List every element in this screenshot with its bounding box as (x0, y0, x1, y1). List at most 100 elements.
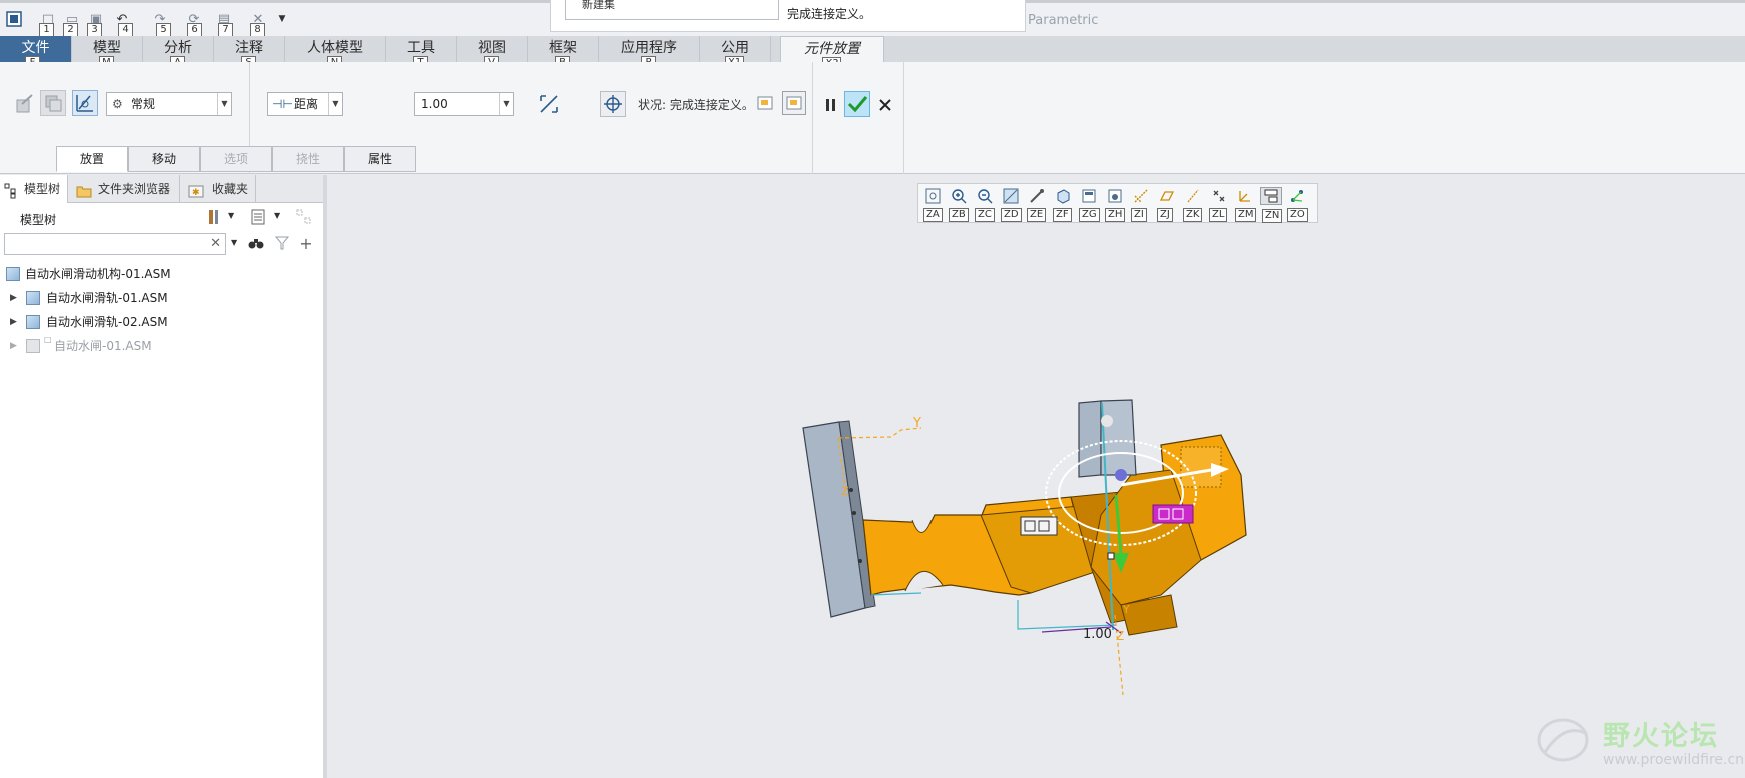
tab-model-tree[interactable]: 模型树 (0, 175, 68, 203)
chevron-down-icon: ▼ (217, 93, 231, 115)
zoom-out-icon[interactable]: ZC (974, 187, 996, 222)
datum-points-icon[interactable]: ZL (1208, 187, 1230, 222)
display-style-icon[interactable]: ZF (1052, 187, 1074, 222)
constraint-set-select[interactable]: ⚙ 常规 ▼ (106, 92, 232, 116)
settings-tools-icon[interactable] (204, 207, 224, 227)
datum-planes-icon[interactable]: ZJ (1156, 187, 1178, 222)
keytip-ZJ: ZJ (1157, 208, 1173, 222)
saved-views-icon[interactable]: ZG (1078, 187, 1100, 222)
coordinate-systems-icon[interactable]: ZM (1234, 187, 1257, 222)
refit-icon[interactable]: ZA (922, 187, 944, 222)
expand-arrow-icon[interactable]: ▶ (10, 335, 17, 357)
keytip-5: 5 (156, 23, 171, 37)
separate-window-icon[interactable] (754, 92, 776, 114)
tree-row-label: 自动水闸-01.ASM (54, 339, 152, 353)
tree-row-label: 自动水闸滑轨-02.ASM (46, 315, 168, 329)
repaint-icon[interactable]: ZD (1000, 187, 1022, 222)
subtab-properties[interactable]: 属性 (344, 146, 416, 172)
graphics-viewport[interactable]: Y Z Y Z 1.00 (331, 175, 1745, 778)
top-popup: 新建集 完成连接定义。 (550, 0, 1026, 32)
show-options-icon[interactable] (248, 207, 268, 227)
interface-icon[interactable] (40, 90, 66, 116)
tab-common[interactable]: 公用 X1 (700, 36, 771, 70)
add-icon[interactable]: + (296, 233, 316, 253)
tab-component-placement[interactable]: 元件放置 X2 (780, 36, 884, 71)
subtab-placement[interactable]: 放置 (56, 146, 128, 172)
tab-applications[interactable]: 应用程序 P (599, 36, 700, 70)
tab-folder-browser-label: 文件夹浏览器 (98, 182, 171, 196)
axis-label-z-bottom: Z (1116, 629, 1124, 643)
subtab-options[interactable]: 选项 (200, 146, 272, 172)
offset-value: 1.00 (421, 97, 448, 111)
keytip-ZF: ZF (1053, 208, 1072, 222)
expand-arrow-icon[interactable]: ▶ (10, 287, 17, 309)
status-label: 状况: 完成连接定义。 (638, 98, 754, 112)
find-binoculars-icon[interactable] (246, 233, 266, 253)
confirm-checkmark-icon[interactable] (844, 91, 870, 117)
chevron-down-icon[interactable]: ▼ (274, 211, 280, 220)
subtab-move[interactable]: 移动 (128, 146, 200, 172)
user-defined-icon[interactable] (12, 90, 38, 116)
tree-row-label: 自动水闸滑动机构-01.ASM (25, 267, 171, 281)
chevron-down-icon[interactable]: ▼ (228, 211, 234, 220)
tab-framework[interactable]: 框架 B (528, 36, 599, 70)
flip-constraint-icon[interactable] (536, 91, 562, 117)
perspective-icon[interactable]: ZI (1130, 187, 1152, 222)
keytip-1: 1 (39, 23, 54, 37)
chevron-down-icon[interactable]: ▼ (231, 238, 237, 247)
view-manager-icon[interactable]: ZH (1104, 187, 1126, 222)
placement-handle-icon[interactable] (600, 91, 626, 117)
tree-filter-icon[interactable] (294, 207, 314, 227)
dimension-label[interactable]: 1.00 (1083, 627, 1112, 642)
constraint-display-icon[interactable] (72, 90, 98, 116)
view-toolbar: ZA ZB ZC ZD ZE ZF ZG ZH ZI ZJ ZK ZL ZM Z… (917, 183, 1318, 223)
folder-icon (76, 181, 92, 198)
keytip-ZB: ZB (949, 208, 969, 222)
tab-tools[interactable]: 工具 T (386, 36, 457, 70)
zoom-in-icon[interactable]: ZB (948, 187, 970, 222)
constraint-type-select[interactable]: ⊣⊢ 距离 ▼ (267, 92, 343, 116)
filter-funnel-icon[interactable] (272, 233, 292, 253)
tab-model[interactable]: 模型 M (72, 36, 143, 70)
panel-tabs: 模型树 文件夹浏览器 ✱ 收藏夹 (0, 175, 323, 203)
spin-center-icon[interactable]: ZE (1026, 187, 1048, 222)
keytip-6: 6 (187, 23, 202, 37)
cancel-close-icon[interactable] (872, 92, 898, 118)
customize-dropdown-icon[interactable]: ▼ (272, 11, 292, 27)
watermark-logo (1535, 712, 1599, 775)
tab-favorites[interactable]: ✱ 收藏夹 (180, 175, 256, 203)
datum-axes-icon[interactable]: ZK (1182, 187, 1204, 222)
subtab-flexibility[interactable]: 挠性 (272, 146, 344, 172)
tab-component-placement-label: 元件放置 (804, 41, 860, 57)
keytip-ZA: ZA (923, 208, 943, 222)
clear-search-icon[interactable]: ✕ (210, 236, 221, 251)
keytip-ZL: ZL (1209, 208, 1228, 222)
ribbon-panel: ⚙ 常规 ▼ ⊣⊢ 距离 ▼ 1.00 ▼ 状况: 完成连接定义。 放置 移动 … (0, 62, 1745, 174)
tab-annotate[interactable]: 注释 S (214, 36, 285, 70)
left-rail-part (802, 420, 876, 618)
expand-arrow-icon[interactable]: ▶ (10, 311, 17, 333)
same-window-icon[interactable] (782, 91, 806, 115)
tab-file[interactable]: 文件 F (0, 36, 72, 70)
tab-analysis[interactable]: 分析 A (143, 36, 214, 70)
popup-set-input[interactable]: 新建集 (565, 0, 779, 20)
offset-value-input[interactable]: 1.00 ▼ (414, 92, 514, 116)
spin-center-toggle-icon[interactable]: ZO (1286, 187, 1308, 222)
keytip-ZE: ZE (1027, 208, 1047, 222)
tab-folder-browser[interactable]: 文件夹浏览器 (68, 175, 180, 203)
keytip-8: 8 (250, 23, 265, 37)
tree-search-input[interactable]: ✕ (4, 233, 226, 255)
tab-view[interactable]: 视图 V (457, 36, 528, 70)
chevron-down-icon: ▼ (328, 93, 342, 115)
model-graphics[interactable]: Y Z Y Z 1.00 (331, 175, 1745, 778)
tab-manikin[interactable]: 人体模型 N (285, 36, 386, 70)
keytip-4: 4 (118, 23, 133, 37)
ribbon-tabs: 文件 F 模型 M 分析 A 注释 S 人体模型 N 工具 T 视图 V 框架 … (0, 36, 1745, 71)
pause-icon[interactable] (818, 92, 844, 118)
tab-model-tree-label: 模型树 (24, 182, 61, 196)
tree-row-label: 自动水闸滑轨-01.ASM (46, 291, 168, 305)
app-menu-icon[interactable] (4, 11, 24, 27)
ribbon-divider (903, 62, 904, 174)
annotation-display-icon[interactable]: ZN (1260, 187, 1283, 223)
assembly-icon (6, 267, 20, 281)
